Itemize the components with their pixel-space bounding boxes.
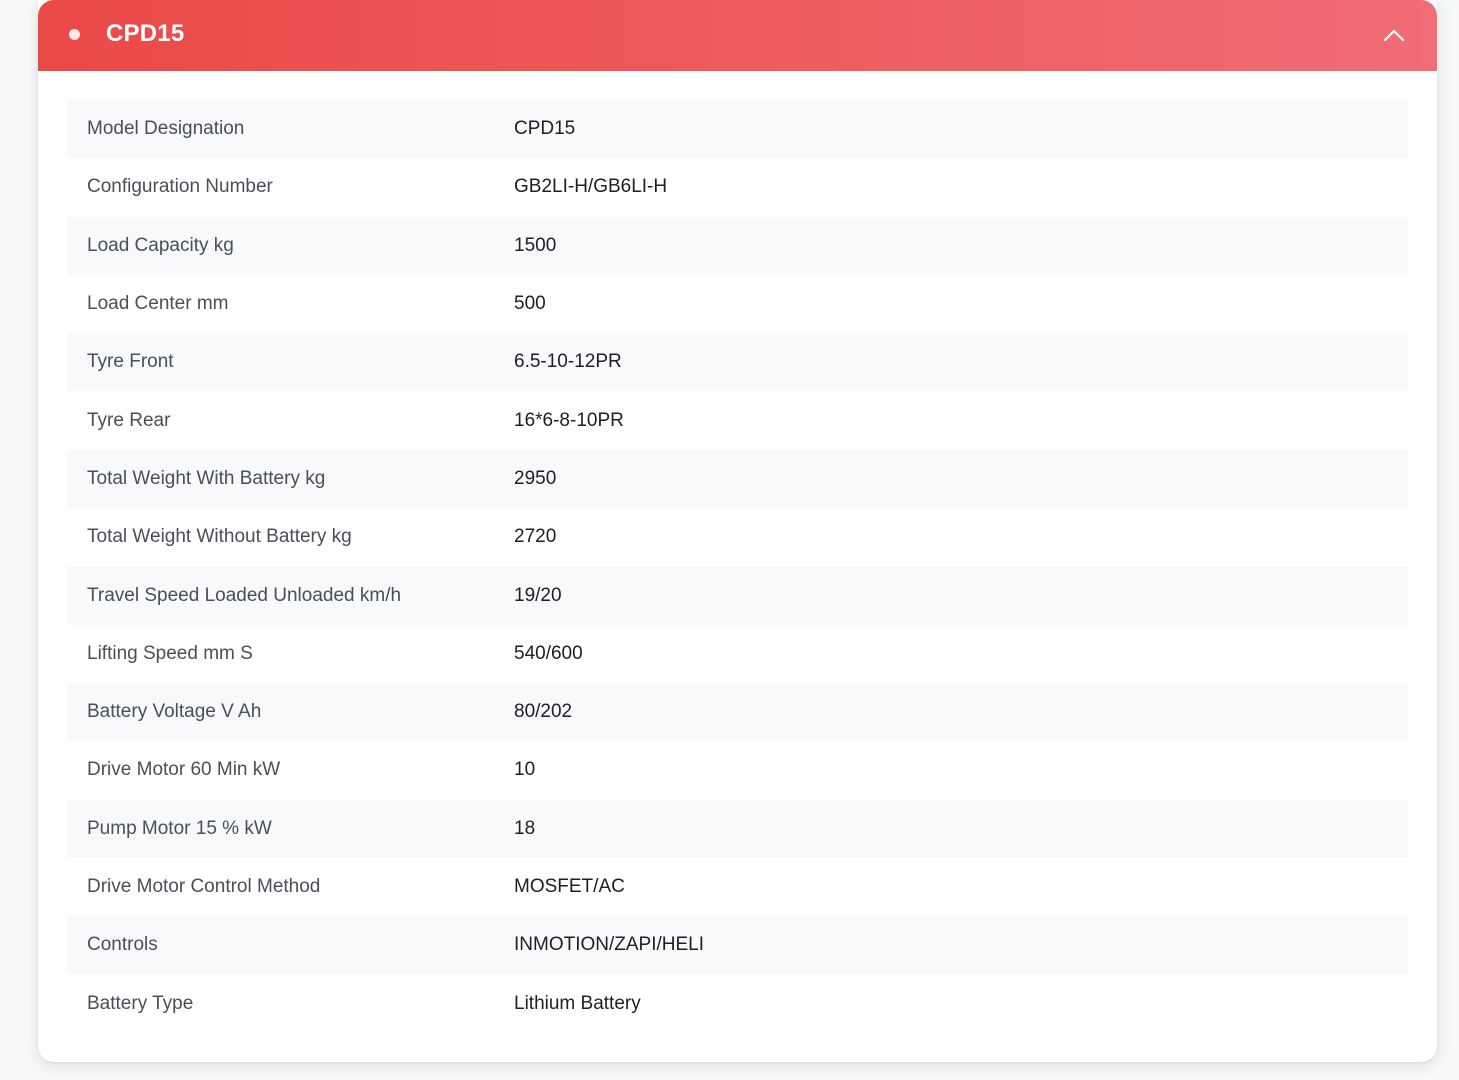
spec-value: 2720 [514, 526, 557, 548]
spec-label: Controls [87, 934, 158, 956]
table-row: Drive Motor 60 Min kW 10 [67, 741, 1408, 800]
spec-label: Battery Voltage V Ah [87, 701, 262, 723]
spec-label: Pump Motor 15 % kW [87, 817, 272, 839]
table-row: Battery Voltage V Ah 80/202 [67, 682, 1408, 742]
spec-label: Load Capacity kg [87, 234, 234, 256]
table-row: Load Center mm 500 [67, 274, 1408, 334]
spec-table: Model Designation CPD15 Configuration Nu… [67, 100, 1408, 1033]
spec-value: GB2LI-H/GB6LI-H [514, 176, 668, 198]
spec-value: 1500 [514, 234, 557, 256]
table-row: Lifting Speed mm S 540/600 [67, 624, 1408, 683]
spec-label: Total Weight Without Battery kg [87, 526, 352, 548]
table-row: Total Weight With Battery kg 2950 [67, 449, 1408, 509]
spec-value: 500 [514, 293, 546, 315]
table-row: Model Designation CPD15 [67, 100, 1408, 159]
spec-label: Lifting Speed mm S [87, 642, 253, 664]
spec-label: Battery Type [87, 992, 194, 1014]
spec-value: CPD15 [514, 118, 576, 140]
table-row: Pump Motor 15 % kW 18 [67, 799, 1408, 858]
spec-label: Total Weight With Battery kg [87, 467, 326, 489]
spec-value: 19/20 [514, 584, 562, 606]
dot-icon [69, 29, 80, 40]
table-row: Drive Motor Control Method MOSFET/AC [67, 857, 1408, 917]
table-row: Load Capacity kg 1500 [67, 216, 1408, 275]
spec-value: MOSFET/AC [514, 876, 625, 897]
table-row: Total Weight Without Battery kg 2720 [67, 508, 1408, 567]
spec-value: INMOTION/ZAPI/HELI [514, 934, 705, 956]
table-row: Controls INMOTION/ZAPI/HELI [67, 916, 1408, 975]
panel-title: CPD15 [106, 20, 185, 47]
spec-value: 80/202 [514, 701, 573, 723]
spec-label: Drive Motor Control Method [87, 876, 321, 897]
table-row: Tyre Rear 16*6-8-10PR [67, 391, 1408, 450]
spec-label: Configuration Number [87, 176, 273, 198]
spec-value: 10 [514, 759, 536, 781]
spec-value: 540/600 [514, 642, 583, 664]
table-row: Travel Speed Loaded Unloaded km/h 19/20 [67, 566, 1408, 625]
spec-value: 18 [514, 817, 536, 839]
spec-card: CPD15 Model Designation CPD15 Configurat… [38, 0, 1437, 1062]
spec-label: Load Center mm [87, 293, 229, 315]
spec-label: Travel Speed Loaded Unloaded km/h [87, 584, 402, 606]
chevron-up-icon[interactable] [1383, 24, 1405, 46]
spec-label: Model Designation [87, 118, 245, 140]
spec-label: Tyre Front [87, 351, 174, 373]
spec-label: Drive Motor 60 Min kW [87, 759, 281, 781]
accordion-header[interactable]: CPD15 [38, 0, 1437, 71]
table-row: Battery Type Lithium Battery [67, 974, 1408, 1033]
spec-label: Tyre Rear [87, 409, 171, 431]
table-row: Tyre Front 6.5-10-12PR [67, 333, 1408, 392]
table-row: Configuration Number GB2LI-H/GB6LI-H [67, 158, 1408, 217]
spec-value: 16*6-8-10PR [514, 409, 624, 431]
spec-value: 6.5-10-12PR [514, 351, 622, 373]
spec-value: Lithium Battery [514, 992, 641, 1014]
spec-value: 2950 [514, 467, 557, 489]
